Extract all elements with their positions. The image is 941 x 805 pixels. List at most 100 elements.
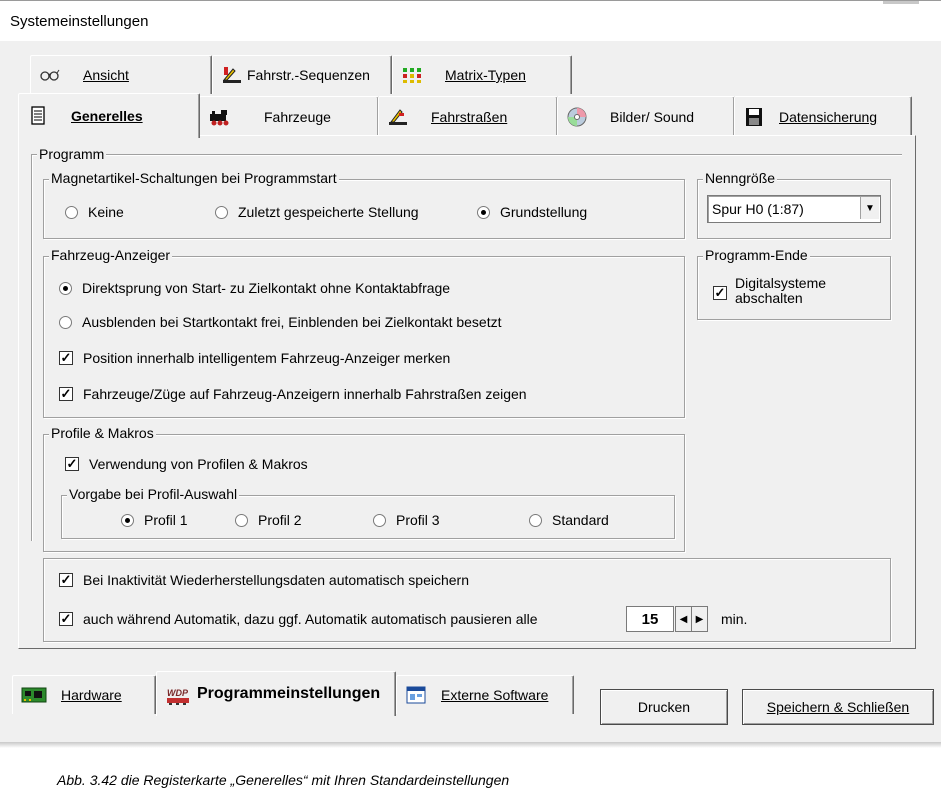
radio-profil-3-label: Profil 3 [396, 512, 440, 528]
radio-grundstellung-indicator[interactable] [477, 205, 490, 219]
tab-fahrzeuge[interactable]: Fahrzeuge [199, 96, 379, 137]
checkbox-autosave[interactable]: ✓ [59, 573, 73, 587]
tab-fahrstrassen-label: Fahrstraßen [431, 109, 508, 125]
radio-grundstellung[interactable]: Grundstellung [477, 204, 587, 220]
radio-direktsprung-indicator[interactable] [59, 281, 72, 295]
route-sequence-icon [221, 65, 243, 85]
svg-text:WDP: WDP [167, 688, 189, 698]
check-autosave-label: Bei Inaktivität Wiederherstellungsdaten … [83, 572, 469, 588]
matrix-grid-icon [401, 65, 423, 85]
check-automatik-pause[interactable]: ✓ auch während Automatik, dazu ggf. Auto… [59, 611, 538, 627]
figure-caption: Abb. 3.42 die Registerkarte „Generelles“… [57, 772, 510, 788]
tab-fahrstr-sequenzen[interactable]: Fahrstr.-Sequenzen [212, 55, 392, 94]
tab-programmeinstellungen[interactable]: WDP Programmeinstellungen [156, 671, 396, 716]
radio-profil-1-indicator[interactable] [121, 513, 134, 527]
check-fahrzeuge-zeigen[interactable]: ✓ Fahrzeuge/Züge auf Fahrzeug-Anzeigern … [59, 386, 527, 402]
tab-matrix-typen[interactable]: Matrix-Typen [392, 55, 572, 94]
radio-ausblenden-label: Ausblenden bei Startkontakt frei, Einble… [82, 314, 502, 330]
tab-ansicht[interactable]: Ansicht [30, 55, 212, 94]
tab-fahrstrassen[interactable]: Fahrstraßen [378, 96, 558, 137]
radio-keine-indicator[interactable] [65, 205, 78, 219]
spinner-left-icon[interactable]: ◀ [675, 606, 692, 632]
minutes-spinner-value[interactable]: 15 [626, 606, 674, 632]
generelles-panel: Programm Magnetartikel-Schaltungen bei P… [18, 135, 916, 649]
radio-keine-label: Keine [88, 204, 124, 220]
checkbox-profile-makros[interactable]: ✓ [65, 457, 79, 471]
radio-profil-2-indicator[interactable] [235, 513, 248, 527]
radio-standard-label: Standard [552, 512, 609, 528]
check-digitalsysteme[interactable]: ✓ Digitalsysteme abschalten [713, 276, 826, 306]
circuit-board-icon [21, 685, 47, 705]
radio-profil-3[interactable]: Profil 3 [373, 512, 440, 528]
radio-ausblenden-indicator[interactable] [59, 315, 72, 329]
radio-profil-1-label: Profil 1 [144, 512, 188, 528]
digitalsysteme-line2: abschalten [735, 290, 803, 306]
checkbox-fahrzeuge-zeigen[interactable]: ✓ [59, 387, 73, 401]
tab-generelles[interactable]: Generelles [18, 93, 200, 138]
nenngroesse-value: Spur H0 (1:87) [712, 201, 804, 217]
tab-externe-software-label: Externe Software [441, 687, 549, 703]
check-position-merken[interactable]: ✓ Position innerhalb intelligentem Fahrz… [59, 350, 450, 366]
radio-zuletzt[interactable]: Zuletzt gespeicherte Stellung [215, 204, 419, 220]
radio-keine[interactable]: Keine [65, 204, 124, 220]
programm-group-label: Programm [37, 146, 107, 162]
floppy-icon [743, 107, 765, 127]
save-close-button[interactable]: Speichern & Schließen [742, 689, 934, 725]
radio-profil-3-indicator[interactable] [373, 513, 386, 527]
cd-icon [566, 107, 588, 127]
radio-profil-1[interactable]: Profil 1 [121, 512, 188, 528]
check-profile-makros-label: Verwendung von Profilen & Makros [89, 456, 308, 472]
document-icon [27, 106, 49, 126]
tab-datensicherung[interactable]: Datensicherung [734, 96, 912, 137]
window-shadow [0, 742, 941, 748]
check-autosave[interactable]: ✓ Bei Inaktivität Wiederherstellungsdate… [59, 572, 469, 588]
radio-standard-indicator[interactable] [529, 513, 542, 527]
tab-hardware-label: Hardware [61, 687, 122, 703]
chevron-down-icon[interactable]: ▼ [860, 197, 879, 219]
autosave-group [43, 558, 891, 642]
radio-zuletzt-label: Zuletzt gespeicherte Stellung [238, 204, 419, 220]
tab-fahrstr-sequenzen-label: Fahrstr.-Sequenzen [247, 67, 370, 83]
title-bar-accent [883, 1, 919, 4]
tab-programmeinstellungen-label: Programmeinstellungen [197, 685, 381, 702]
radio-ausblenden[interactable]: Ausblenden bei Startkontakt frei, Einble… [59, 314, 501, 330]
radio-profil-2-label: Profil 2 [258, 512, 302, 528]
radio-direktsprung[interactable]: Direktsprung von Start- zu Zielkontakt o… [59, 280, 450, 296]
checkbox-automatik-pause[interactable]: ✓ [59, 612, 73, 626]
tab-generelles-label: Generelles [71, 108, 143, 124]
nenngroesse-label: Nenngröße [703, 170, 778, 186]
tab-bilder-sound[interactable]: Bilder/ Sound [557, 96, 735, 137]
glasses-icon [39, 65, 61, 85]
print-button[interactable]: Drucken [600, 689, 728, 725]
tab-datensicherung-label: Datensicherung [779, 109, 878, 125]
check-fahrzeuge-zeigen-label: Fahrzeuge/Züge auf Fahrzeug-Anzeigern in… [83, 386, 527, 402]
magnet-group-label: Magnetartikel-Schaltungen bei Programmst… [49, 170, 339, 186]
title-bar: Systemeinstellungen [0, 1, 941, 41]
radio-standard[interactable]: Standard [529, 512, 609, 528]
radio-profil-2[interactable]: Profil 2 [235, 512, 302, 528]
tab-fahrzeuge-label: Fahrzeuge [264, 109, 331, 125]
wdp-icon: WDP [165, 684, 191, 705]
window-title: Systemeinstellungen [10, 13, 149, 30]
minutes-unit: min. [721, 611, 748, 627]
settings-window: Systemeinstellungen Ansicht Fahrstr.-Seq… [0, 0, 941, 743]
route-icon [387, 107, 409, 127]
radio-grundstellung-label: Grundstellung [500, 204, 588, 220]
tab-ansicht-label: Ansicht [83, 67, 129, 83]
nenngroesse-select[interactable]: Spur H0 (1:87) ▼ [707, 195, 881, 223]
radio-zuletzt-indicator[interactable] [215, 205, 228, 219]
check-digitalsysteme-label: Digitalsysteme abschalten [735, 276, 826, 306]
profile-group-label: Profile & Makros [49, 425, 156, 441]
tab-externe-software[interactable]: Externe Software [396, 675, 574, 714]
check-automatik-pause-label: auch während Automatik, dazu ggf. Automa… [83, 611, 538, 627]
checkbox-position-merken[interactable]: ✓ [59, 351, 73, 365]
window-icon [405, 685, 427, 705]
tab-hardware[interactable]: Hardware [12, 675, 156, 714]
spinner-right-icon[interactable]: ▶ [691, 606, 708, 632]
check-profile-makros[interactable]: ✓ Verwendung von Profilen & Makros [65, 456, 308, 472]
check-position-merken-label: Position innerhalb intelligentem Fahrzeu… [83, 350, 451, 366]
checkbox-digitalsysteme[interactable]: ✓ [713, 286, 727, 300]
programm-ende-label: Programm-Ende [703, 247, 810, 263]
digitalsysteme-line1: Digitalsysteme [735, 275, 827, 291]
locomotive-icon [208, 107, 230, 127]
